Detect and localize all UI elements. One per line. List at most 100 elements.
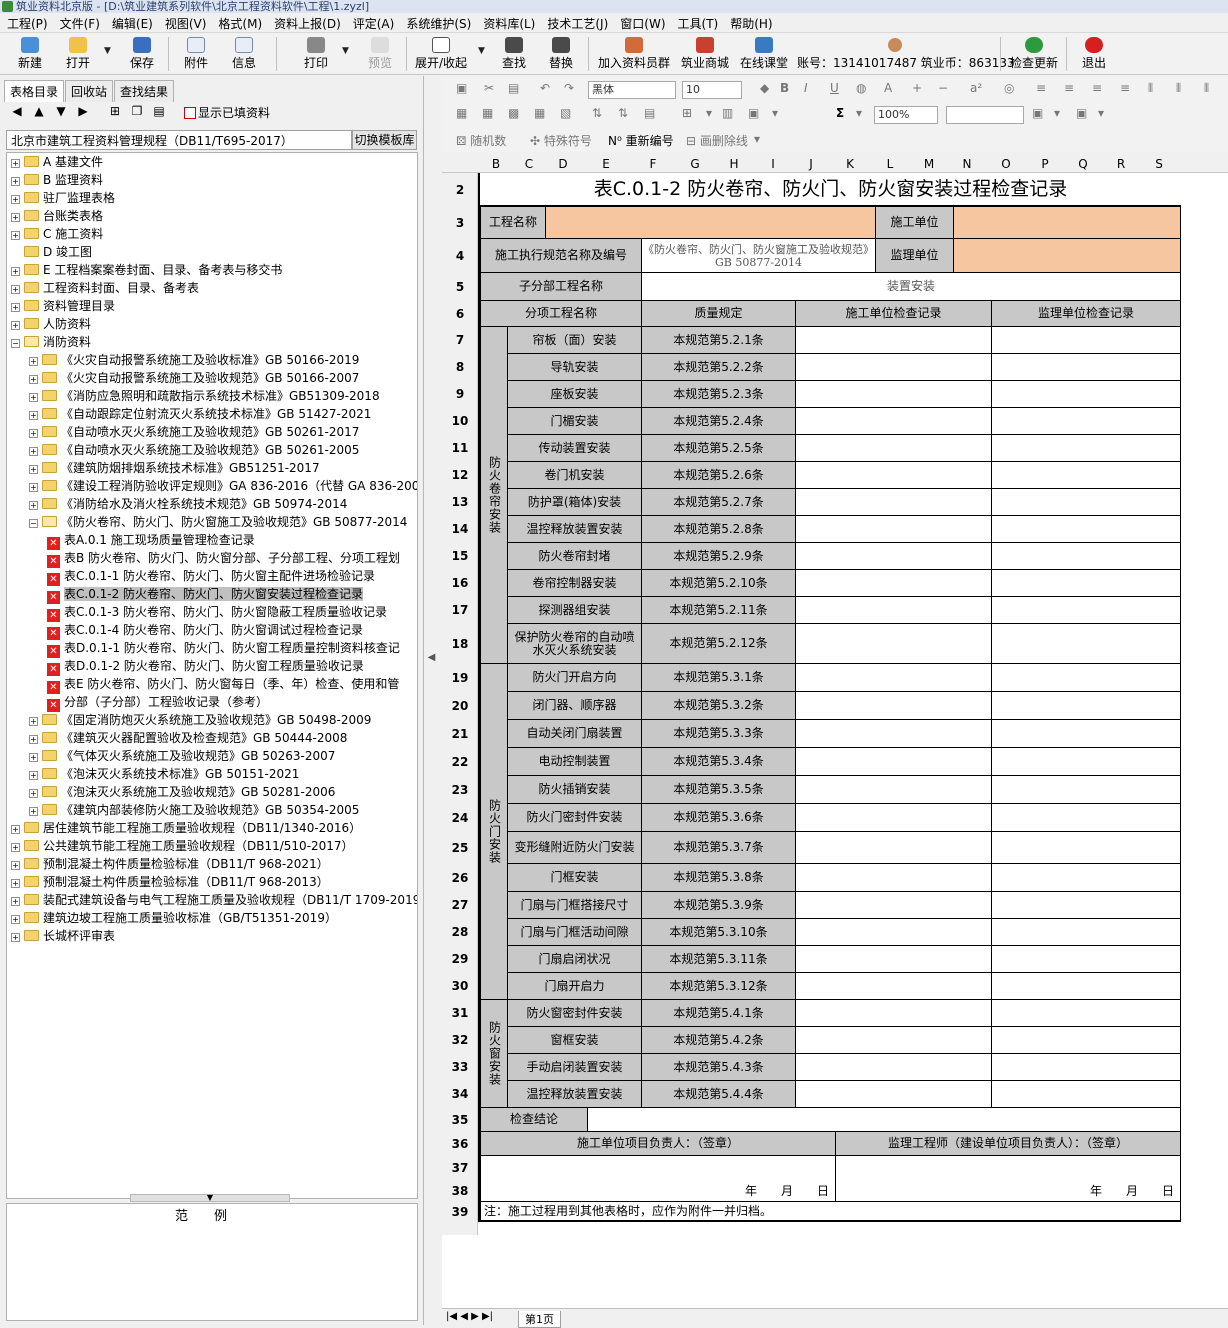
tree-item-folder[interactable]: + 《建筑内部装修防火施工及验收规范》GB 50354-2005 (29, 801, 359, 819)
tree-item-table[interactable]: ✕ 表C.0.1-1 防火卷帘、防火门、防火窗主配件进场检验记录 (47, 567, 375, 586)
menu-item[interactable]: 资料库(L) (476, 13, 540, 32)
menu-item[interactable]: 评定(A) (346, 13, 400, 32)
tree-item-folder[interactable]: − 消防资料 (11, 333, 91, 351)
expand-icon[interactable]: + (11, 213, 20, 222)
contractor-record-input[interactable] (796, 597, 992, 624)
show-filled-checkbox[interactable]: 显示已填资料 (184, 104, 270, 121)
column-header[interactable]: N (948, 157, 986, 171)
expand-icon[interactable]: + (29, 465, 38, 474)
indent-icon[interactable]: ⫴ (1148, 81, 1153, 96)
column-header[interactable]: I (754, 157, 792, 171)
expand-icon[interactable]: + (11, 195, 20, 204)
supervisor-record-input[interactable] (992, 327, 1181, 354)
contractor-record-input[interactable] (796, 776, 992, 804)
row-header[interactable]: 35 (442, 1108, 478, 1132)
tree-item-folder[interactable]: + 公共建筑节能工程施工质量验收规程（DB11/510-2017） (11, 837, 354, 855)
tree-item-folder[interactable]: + 《自动喷水灭火系统施工及验收规范》GB 50261-2017 (29, 423, 359, 441)
supervisor-record-input[interactable] (992, 946, 1181, 973)
row-header[interactable]: 13 (442, 489, 478, 516)
row-header[interactable]: 26 (442, 864, 478, 892)
supervisor-record-input[interactable] (992, 570, 1181, 597)
row-header[interactable]: 37 (442, 1156, 478, 1180)
tree-item-folder[interactable]: +D 竣工图 (11, 243, 92, 261)
tree-item-folder[interactable]: − 《防火卷帘、防火门、防火窗施工及验收规范》GB 50877-2014 (29, 513, 407, 531)
expand-icon[interactable]: + (11, 897, 20, 906)
tree-item-folder[interactable]: + B 监理资料 (11, 171, 103, 189)
tree-item-folder[interactable]: + 工程资料封面、目录、备考表 (11, 279, 199, 297)
check-update-button[interactable]: 检查更新 (1008, 35, 1060, 73)
contractor-record-input[interactable] (796, 354, 992, 381)
tree-item-folder[interactable]: + 驻厂监理表格 (11, 189, 115, 207)
column-header[interactable]: K (830, 157, 870, 171)
supervisor-record-input[interactable] (992, 720, 1181, 748)
tree-item-table[interactable]: ✕ 表B 防火卷帘、防火门、防火窗分部、子分部工程、分项工程划 (47, 549, 400, 568)
zoom-select[interactable]: 100% (874, 106, 938, 124)
expand-icon[interactable]: + (11, 303, 20, 312)
row-header[interactable]: 12 (442, 462, 478, 489)
align-center-icon[interactable]: ≡ (1064, 81, 1074, 95)
contractor-record-input[interactable] (796, 543, 992, 570)
border-style-dropdown-icon[interactable]: ▾ (1054, 106, 1060, 120)
supervisor-record-input[interactable] (992, 832, 1181, 864)
row-header[interactable]: 32 (442, 1027, 478, 1054)
open-dropdown[interactable]: ▼ (104, 46, 111, 56)
open-button[interactable]: 打开 (62, 35, 94, 73)
menu-item[interactable]: 帮助(H) (723, 13, 777, 32)
row-header[interactable]: 5 (442, 273, 478, 301)
strikethrough-dropdown-icon[interactable]: ▾ (754, 132, 760, 146)
supervisor-record-input[interactable] (992, 462, 1181, 489)
contractor-record-input[interactable] (796, 327, 992, 354)
italic-icon[interactable]: I (804, 81, 808, 95)
expand-icon[interactable]: + (11, 825, 20, 834)
tree-item-folder[interactable]: + 《固定消防炮灭火系统施工及验收规范》GB 50498-2009 (29, 711, 371, 729)
row-header[interactable]: 6 (442, 301, 478, 327)
print-dropdown[interactable]: ▼ (342, 46, 349, 56)
column-header[interactable]: J (792, 157, 830, 171)
expand-icon[interactable]: + (11, 231, 20, 240)
supervisor-record-input[interactable] (992, 408, 1181, 435)
supervisor-record-input[interactable] (992, 804, 1181, 832)
tab-recycle-bin[interactable]: 回收站 (65, 80, 114, 102)
contractor-record-input[interactable] (796, 832, 992, 864)
row-header[interactable]: 23 (442, 776, 478, 804)
mall-button[interactable]: 筑业商城 (679, 35, 731, 73)
tree-item-folder[interactable]: + 《建设工程消防验收评定规则》GA 836-2016（代替 GA 836-200… (29, 477, 417, 495)
tree-item-folder[interactable]: + 资料管理目录 (11, 297, 115, 315)
column-header[interactable]: C (514, 157, 544, 171)
row-header[interactable]: 24 (442, 804, 478, 832)
copy-icon[interactable]: ❐ (126, 104, 148, 118)
sum-dropdown-icon[interactable]: ▾ (856, 106, 862, 120)
tree-item-folder[interactable]: + 《消防给水及消火栓系统技术规范》GB 50974-2014 (29, 495, 347, 513)
expand-icon[interactable]: + (29, 789, 38, 798)
expand-icon[interactable]: + (29, 411, 38, 420)
contractor-record-input[interactable] (796, 381, 992, 408)
supervisor-record-input[interactable] (992, 435, 1181, 462)
supervisor-record-input[interactable] (992, 1000, 1181, 1027)
contractor-record-input[interactable] (796, 1054, 992, 1081)
contractor-record-input[interactable] (796, 435, 992, 462)
column-header[interactable]: L (870, 157, 910, 171)
tree-item-folder[interactable]: + 预制混凝土构件质量检验标准（DB11/T 968-2021） (11, 855, 329, 873)
tree-item-folder[interactable]: + 《消防应急照明和疏散指示系统技术标准》GB51309-2018 (29, 387, 380, 405)
paint-icon[interactable]: ◆ (760, 81, 769, 95)
expand-icon[interactable]: + (11, 177, 20, 186)
row-header[interactable]: 9 (442, 381, 478, 408)
expand-icon[interactable]: + (29, 483, 38, 492)
paste-format-icon[interactable]: ▤ (508, 81, 519, 95)
row-header[interactable]: 8 (442, 354, 478, 381)
fill-color-icon[interactable]: ◍ (856, 81, 866, 95)
menu-item[interactable]: 工具(T) (671, 13, 724, 32)
row-header[interactable]: 10 (442, 408, 478, 435)
collapse-icon[interactable]: − (29, 519, 38, 528)
supervisor-record-input[interactable] (992, 973, 1181, 1000)
contractor-record-input[interactable] (796, 946, 992, 973)
row-header[interactable]: 17 (442, 597, 478, 624)
tree-item-folder[interactable]: + 居住建筑节能工程施工质量验收规程（DB11/1340-2016） (11, 819, 361, 837)
expand-icon[interactable]: + (11, 933, 20, 942)
tree-item-folder[interactable]: + 《泡沫灭火系统技术标准》GB 50151-2021 (29, 765, 299, 783)
menu-item[interactable]: 视图(V) (158, 13, 212, 32)
line-spacing-icon[interactable]: ⫴ (1176, 81, 1181, 96)
contractor-record-input[interactable] (796, 919, 992, 946)
random-number-button[interactable]: ⚄ 随机数 (456, 132, 506, 149)
row-header[interactable]: 33 (442, 1054, 478, 1081)
